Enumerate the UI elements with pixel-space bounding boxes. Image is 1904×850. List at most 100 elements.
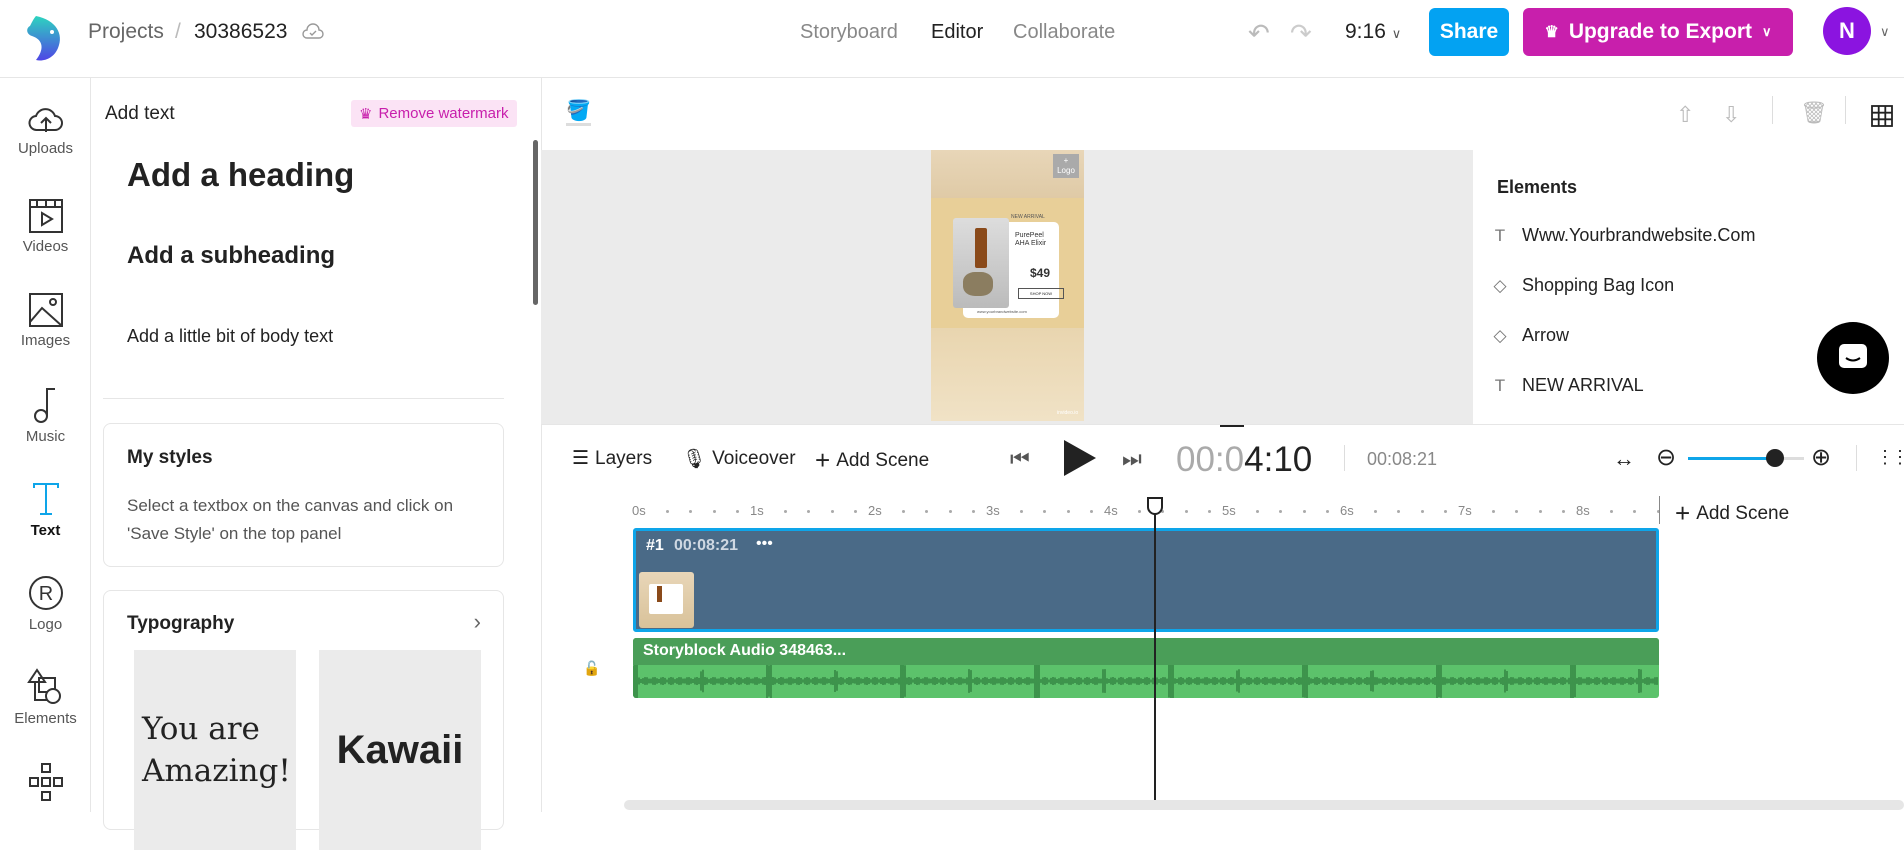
panel-scrollbar[interactable] [533,140,538,305]
upgrade-to-export-button[interactable]: ♛ Upgrade to Export ∨ [1523,8,1793,56]
cloud-saved-icon [302,23,324,39]
rail-item-logo[interactable]: R Logo [0,574,91,633]
breadcrumb-projects[interactable]: Projects [88,20,164,44]
scene-thumbnail [639,572,694,628]
playhead[interactable] [1146,497,1163,800]
ruler-minor-tick [1609,510,1613,513]
element-item[interactable]: T Www.Yourbrandwebsite.Com [1492,225,1756,246]
ruler-minor-tick [901,510,905,513]
scene-number: #1 [646,537,664,554]
add-heading-button[interactable]: Add a heading [127,156,354,194]
chat-icon [1839,344,1867,368]
svg-text:R: R [38,583,52,605]
music-note-icon [33,388,55,423]
add-scene-end-button[interactable]: + Add Scene [1675,498,1789,529]
my-styles-card: My styles Select a textbox on the canvas… [103,423,504,567]
rail-label: Logo [28,616,63,633]
text-icon [32,483,59,515]
audio-clip[interactable]: Storyblock Audio 348463... [633,638,1659,698]
aspect-ratio-value: 9:16 [1345,20,1386,43]
rail-item-elements[interactable]: Elements [0,668,91,727]
element-item[interactable]: ◇ Arrow [1492,325,1569,346]
skip-back-icon[interactable]: ⏮ [1010,446,1030,472]
chat-support-button[interactable] [1817,322,1889,394]
elements-title: Elements [1497,177,1578,197]
redo-icon[interactable]: ↷ [1290,18,1312,49]
zoom-in-icon[interactable]: ⊕ [1811,443,1831,472]
send-backward-icon[interactable]: ⇩ [1722,102,1740,128]
rail-item-images[interactable]: Images [0,292,91,349]
scene-more-button[interactable]: ••• [756,535,773,553]
grid-icon[interactable] [1871,105,1893,127]
rail-item-more[interactable] [0,762,91,806]
element-item[interactable]: T NEW ARRIVAL [1492,375,1644,396]
video-preview[interactable]: + Logo NEW ARRIVAL PurePeel AHA Elixir $4… [931,150,1084,421]
scene-duration: 00:08:21 [674,537,739,554]
divider [1344,445,1345,471]
panel-title: Add text [105,103,175,124]
project-name[interactable]: 30386523 [194,20,287,44]
zoom-out-icon[interactable]: ⊖ [1656,443,1676,472]
undo-icon[interactable]: ↶ [1248,18,1270,49]
voiceover-button[interactable]: 🎙 Voiceover [682,447,796,471]
chevron-down-icon: ∨ [1391,26,1402,41]
audio-clip-label: Storyblock Audio 348463... [633,638,1659,665]
ruler-tick-label: 6s [1340,503,1354,518]
rail-item-videos[interactable]: Videos [0,198,91,255]
typography-sample-kawaii[interactable]: Kawaii [319,650,481,850]
user-avatar[interactable]: N [1823,7,1871,55]
layers-label: Layers [595,447,653,469]
scene-clip[interactable]: #1 00:08:21 ••• [633,528,1659,632]
shape-type-icon: ◇ [1493,325,1507,345]
delete-icon[interactable]: 🗑 [1800,100,1828,126]
play-icon[interactable] [1062,438,1098,478]
timeline-end-marker [1659,496,1660,524]
plus-icon: + [1675,498,1691,528]
typography-sample-amazing[interactable]: You are Amazing! [134,650,296,850]
rail-item-music[interactable]: Music [0,386,91,445]
fit-width-icon[interactable]: ↔ [1613,446,1635,472]
add-scene-button[interactable]: + Add Scene [815,445,929,476]
app-logo-icon[interactable] [22,14,66,62]
tab-collaborate[interactable]: Collaborate [1013,21,1115,44]
my-styles-title: My styles [127,447,213,468]
divider [1856,445,1857,471]
element-label: Www.Yourbrandwebsite.Com [1522,225,1756,245]
waveform-toggle-icon[interactable]: ⋮⋮ [1876,447,1904,468]
ruler-minor-tick [948,510,952,513]
tab-storyboard[interactable]: Storyboard [800,21,898,44]
fill-color-icon[interactable]: 🪣 [566,98,591,126]
layers-button[interactable]: ☰ Layers [572,447,652,470]
crown-icon: ♛ [1544,24,1559,41]
zoom-slider-knob[interactable] [1766,449,1784,467]
add-body-text-button[interactable]: Add a little bit of body text [127,326,333,347]
zoom-slider[interactable] [1688,449,1804,467]
shape-type-icon: ◇ [1493,275,1507,295]
bring-forward-icon[interactable]: ⇧ [1676,102,1694,128]
apps-grid-icon [28,763,63,801]
remove-watermark-button[interactable]: ♛ Remove watermark [351,100,517,127]
chevron-right-icon[interactable]: › [474,609,481,635]
skip-forward-icon[interactable]: ⏭ [1122,446,1142,472]
playhead-handle[interactable] [1146,497,1163,515]
timeline-horizontal-scrollbar[interactable] [624,800,1904,810]
new-arrival-text: NEW ARRIVAL [1011,214,1045,220]
aspect-ratio-dropdown[interactable]: 9:16 ∨ [1345,20,1401,44]
add-logo-button[interactable]: + Logo [1053,154,1079,178]
ruler-minor-tick [830,510,834,513]
tab-editor[interactable]: Editor [931,21,983,44]
unlock-icon[interactable]: 🔓 [583,660,600,677]
element-item[interactable]: ◇ Shopping Bag Icon [1492,275,1674,296]
add-subheading-button[interactable]: Add a subheading [127,242,335,270]
account-chevron-icon[interactable]: ∨ [1880,24,1890,40]
ruler-tick-label: 8s [1576,503,1590,518]
ruler-tick-label: 2s [868,503,882,518]
rail-item-text[interactable]: Text [0,480,91,539]
ruler-tick-label: 7s [1458,503,1472,518]
layers-icon: ☰ [572,448,590,469]
ruler-minor-tick [1137,510,1141,513]
zoom-slider-fill [1688,457,1775,460]
rail-label: Elements [14,710,77,727]
rail-item-uploads[interactable]: Uploads [0,104,91,157]
share-button[interactable]: Share [1429,8,1509,56]
